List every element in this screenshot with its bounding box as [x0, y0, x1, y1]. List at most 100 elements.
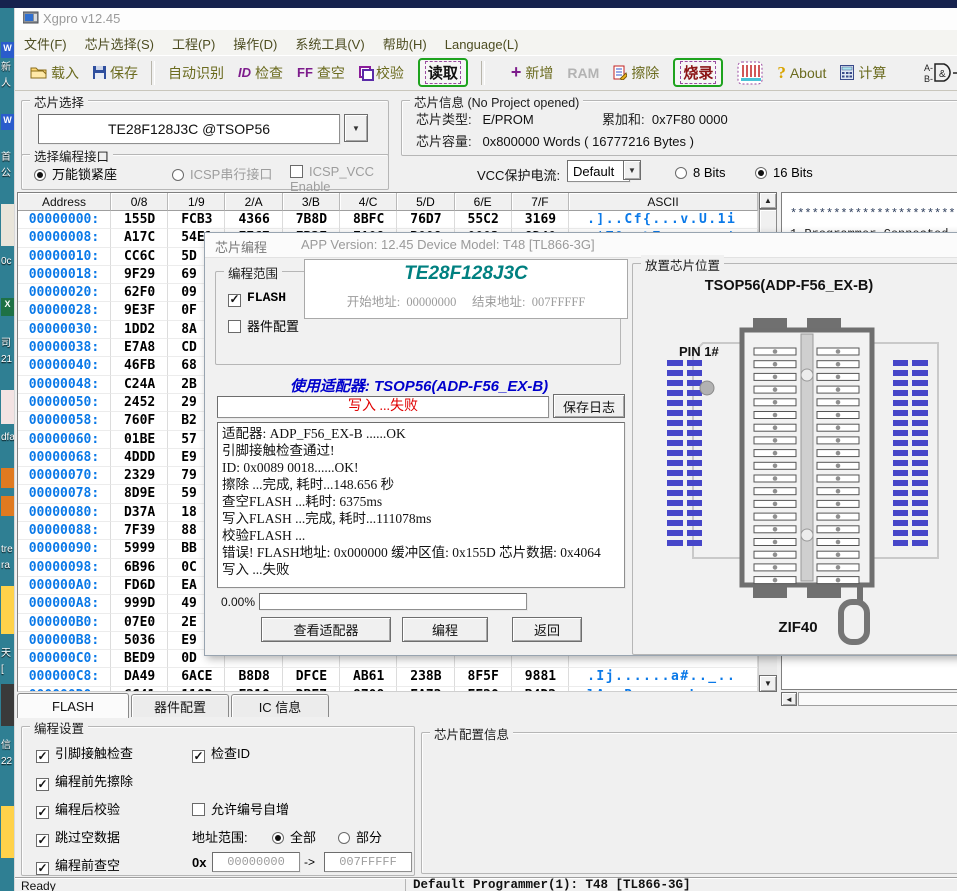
hex-word[interactable]: 760F — [111, 412, 168, 430]
hex-column-header[interactable]: 1/9 — [168, 193, 225, 211]
socket-radio[interactable]: 万能锁紧座 — [34, 164, 117, 183]
pin-check-checkbox[interactable]: ✓引脚接触检查 — [36, 743, 133, 763]
scroll-down-button[interactable]: ▼ — [759, 675, 777, 692]
range-from-input[interactable]: 00000000 — [212, 852, 300, 872]
menu-item[interactable]: Language(L) — [436, 33, 528, 52]
pin-detect-button[interactable] — [737, 61, 763, 85]
serial-inc-checkbox[interactable]: 允许编号自增 — [192, 799, 289, 818]
vcc-dropdown-button[interactable]: ▼ — [623, 160, 641, 180]
verify-after-checkbox[interactable]: ✓编程后校验 — [36, 799, 120, 819]
hex-word[interactable]: 8BFC — [340, 211, 397, 229]
dialog-log[interactable]: 适配器: ADP_F56_EX-B ......OK引脚接触检查通过!ID: 0… — [217, 422, 625, 588]
log-horizontal-scrollbar[interactable]: ◄ — [781, 692, 957, 707]
scroll-up-button[interactable]: ▲ — [759, 192, 777, 209]
skip-blank-checkbox[interactable]: ✓跳过空数据 — [36, 827, 120, 847]
hex-word[interactable]: 2452 — [111, 394, 168, 412]
check-id-checkbox[interactable]: ✓检查ID — [192, 743, 250, 763]
hex-word[interactable]: 8F5F — [455, 668, 512, 686]
vcc-select[interactable]: Default — [567, 160, 630, 182]
hex-word[interactable]: 6C41 — [111, 687, 168, 692]
hex-word[interactable]: 07E0 — [111, 614, 168, 632]
hex-word[interactable]: EA72 — [397, 687, 454, 692]
hex-word[interactable]: FCB3 — [168, 211, 225, 229]
hex-word[interactable]: B4D2 — [512, 687, 569, 692]
range-to-input[interactable]: 007FFFFF — [324, 852, 412, 872]
menu-item[interactable]: 芯片选择(S) — [76, 30, 163, 53]
hex-word[interactable]: EE20 — [455, 687, 512, 692]
hex-column-header[interactable]: 4/C — [340, 193, 397, 211]
flash-checkbox[interactable]: ✓FLASH — [228, 290, 286, 307]
menu-item[interactable]: 文件(F) — [15, 30, 76, 53]
hex-word[interactable]: DFCE — [283, 668, 340, 686]
hex-word[interactable]: AB61 — [340, 668, 397, 686]
device-config-checkbox[interactable]: 器件配置 — [228, 316, 299, 335]
dialog-title-bar[interactable]: 芯片编程 APP Version: 12.45 Device Model: T4… — [205, 233, 957, 258]
hex-word[interactable]: DBE7 — [283, 687, 340, 692]
menu-item[interactable]: 操作(D) — [224, 30, 286, 53]
bits16-radio[interactable]: 16 Bits — [755, 165, 813, 180]
hex-word[interactable]: 8D9E — [111, 485, 168, 503]
hex-word[interactable]: 5999 — [111, 540, 168, 558]
hex-word[interactable]: E7A8 — [111, 339, 168, 357]
hex-word[interactable]: 01BE — [111, 431, 168, 449]
hex-word[interactable]: 5036 — [111, 632, 168, 650]
blank-check-checkbox[interactable]: ✓编程前查空 — [36, 855, 120, 875]
check-id-button[interactable]: ID 检查 — [238, 63, 283, 83]
hex-word[interactable]: BED9 — [111, 650, 168, 668]
save-log-button[interactable]: 保存日志 — [553, 394, 625, 418]
hex-column-header[interactable]: 3/B — [283, 193, 340, 211]
hex-column-header[interactable]: 6/E — [455, 193, 512, 211]
hex-word[interactable]: CC6C — [111, 248, 168, 266]
hex-word[interactable]: C24A — [111, 376, 168, 394]
hex-word[interactable]: 62F0 — [111, 284, 168, 302]
save-button[interactable]: 保存 — [93, 63, 138, 83]
hex-word[interactable]: 2329 — [111, 467, 168, 485]
hex-column-header[interactable]: 7/F — [512, 193, 569, 211]
range-part-radio[interactable]: 部分 — [338, 827, 382, 846]
menu-item[interactable]: 工程(P) — [163, 30, 224, 53]
title-bar[interactable]: Xgpro v12.45 — [15, 8, 957, 30]
hex-column-header[interactable]: 5/D — [397, 193, 454, 211]
hex-word[interactable]: B8D8 — [225, 668, 282, 686]
tab-ic-info[interactable]: IC 信息 — [231, 694, 329, 717]
hex-word[interactable]: 238B — [397, 668, 454, 686]
hex-word[interactable]: F210 — [225, 687, 282, 692]
hex-column-header[interactable]: ASCII — [569, 193, 758, 211]
tab-device-config[interactable]: 器件配置 — [131, 694, 229, 717]
blank-check-button[interactable]: FF 查空 — [297, 63, 345, 83]
chip-select-dropdown-button[interactable]: ▼ — [344, 114, 368, 142]
logic-gate-icon[interactable]: A-B- & Y — [924, 61, 957, 85]
menu-item[interactable]: 系统工具(V) — [286, 30, 373, 53]
hex-word[interactable]: 1DD2 — [111, 321, 168, 339]
erase-button[interactable]: 擦除 — [613, 63, 659, 83]
burn-button[interactable]: 烧录 — [673, 58, 723, 87]
hex-word[interactable]: 76D7 — [397, 211, 454, 229]
hex-word[interactable]: 3169 — [512, 211, 569, 229]
program-button[interactable]: 编程 — [402, 617, 488, 642]
hex-word[interactable]: 4366 — [225, 211, 282, 229]
hex-word[interactable]: 155D — [111, 211, 168, 229]
hex-word[interactable]: 7F39 — [111, 522, 168, 540]
scrollbar-track[interactable] — [798, 692, 957, 706]
hex-word[interactable]: 6ACE — [168, 668, 225, 686]
load-button[interactable]: 载入 — [30, 63, 79, 83]
bits8-radio[interactable]: 8 Bits — [675, 165, 726, 180]
erase-first-checkbox[interactable]: ✓编程前先擦除 — [36, 771, 133, 791]
hex-word[interactable]: A17C — [111, 229, 168, 247]
hex-word[interactable]: 9E3F — [111, 302, 168, 320]
hex-column-header[interactable]: 0/8 — [111, 193, 168, 211]
hex-word[interactable]: 4DDD — [111, 449, 168, 467]
hex-word[interactable]: 46FB — [111, 357, 168, 375]
hex-column-header[interactable]: Address — [18, 193, 111, 211]
chip-select-combo[interactable]: TE28F128J3C @TSOP56 — [38, 114, 340, 144]
hex-word[interactable]: 55C2 — [455, 211, 512, 229]
tab-flash[interactable]: FLASH — [17, 693, 129, 718]
hex-word[interactable]: 7B8D — [283, 211, 340, 229]
hex-word[interactable]: DA49 — [111, 668, 168, 686]
range-all-radio[interactable]: 全部 — [272, 827, 316, 846]
calc-button[interactable]: 计算 — [840, 63, 886, 83]
view-adapter-button[interactable]: 查看适配器 — [261, 617, 391, 642]
auto-detect-button[interactable]: 自动识别 — [168, 63, 224, 83]
hex-word[interactable]: 9881 — [512, 668, 569, 686]
return-button[interactable]: 返回 — [512, 617, 582, 642]
